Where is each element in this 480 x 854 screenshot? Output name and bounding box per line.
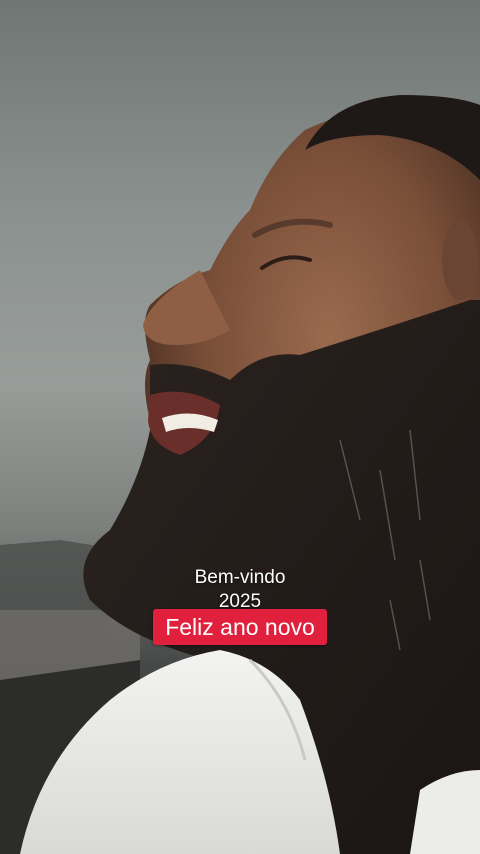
photo-bearded-man-smiling <box>0 95 480 854</box>
new-year-caption: Feliz ano novo <box>153 609 327 645</box>
video-frame: Bem-vindo 2025 Feliz ano novo <box>0 0 480 854</box>
greeting-overlay: Bem-vindo 2025 Feliz ano novo <box>0 565 480 645</box>
greeting-line-1: Bem-vindo <box>194 567 286 588</box>
